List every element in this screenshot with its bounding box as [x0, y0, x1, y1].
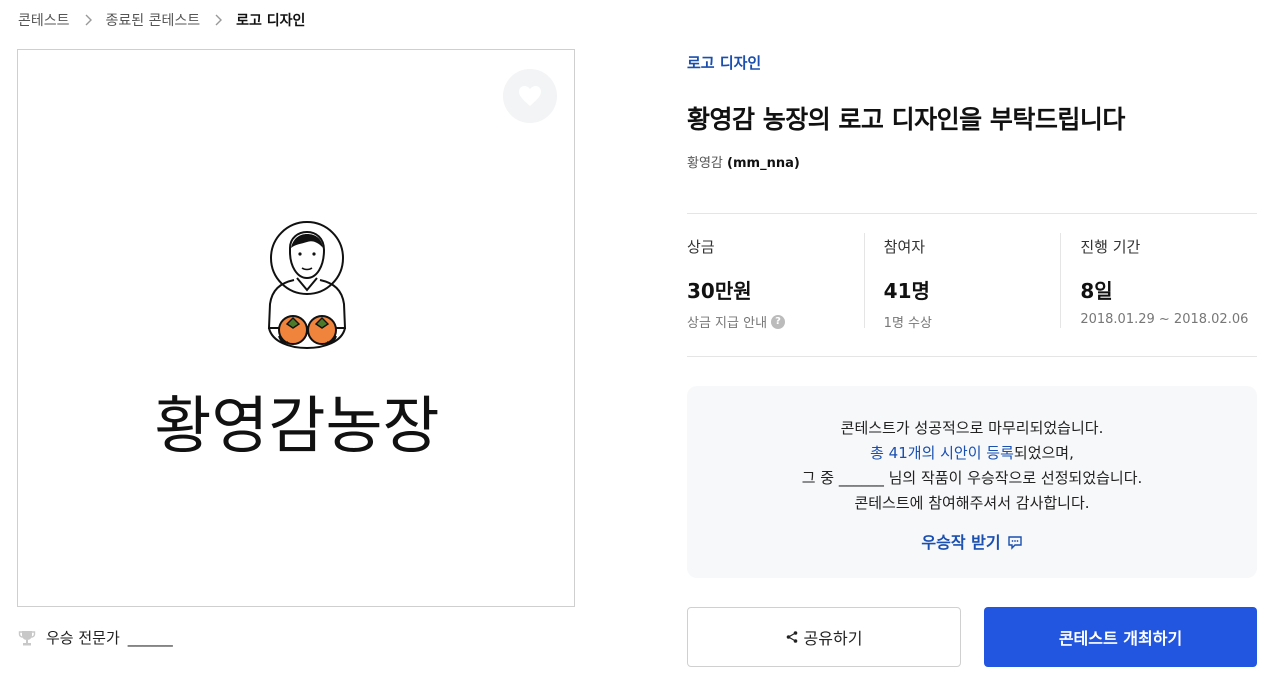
participants-label: 참여자: [883, 238, 926, 256]
stat-divider: [863, 233, 865, 328]
chevron-right-icon: [80, 12, 96, 28]
prize-value: 30만원: [687, 279, 752, 303]
chevron-right-icon: [210, 12, 226, 28]
participants-value: 41명: [883, 279, 930, 303]
host-handle: (mm_nna): [727, 156, 800, 171]
result-line-1: 콘테스트가 성공적으로 마무리되었습니다.: [840, 419, 1104, 437]
host-contest-button[interactable]: 콘테스트 개최하기: [984, 607, 1257, 667]
result-line-2: 총 41개의 시안이 등록되었으며,: [687, 441, 1257, 466]
stat-prize: 상금 30만원 상금 지급 안내 ?: [687, 214, 864, 356]
prize-label: 상금: [687, 238, 715, 256]
question-mark-icon[interactable]: ?: [771, 314, 786, 329]
receive-winner-button[interactable]: 우승작 받기: [921, 530, 1022, 555]
receive-winner-label: 우승작 받기: [921, 533, 1001, 552]
stat-divider: [1060, 233, 1062, 328]
result-line-3: 그 중 ______ 님의 작품이 우승작으로 선정되었습니다.: [801, 469, 1143, 487]
prize-sub-label: 상금 지급 안내: [687, 316, 768, 331]
stat-participants: 참여자 41명 1명 수상: [863, 214, 1061, 356]
share-icon: [786, 631, 797, 643]
breadcrumb: 콘테스트 종료된 콘테스트 로고 디자인: [18, 10, 305, 30]
result-line-2-rest: 되었으며,: [1013, 444, 1074, 462]
breadcrumb-logo-design[interactable]: 로고 디자인: [236, 10, 305, 30]
winner-name[interactable]: ______: [128, 629, 173, 647]
period-value: 8일: [1080, 279, 1113, 303]
like-button[interactable]: [503, 69, 557, 123]
stat-period: 진행 기간 8일 2018.01.29 ~ 2018.02.06: [1060, 214, 1257, 356]
share-button[interactable]: 공유하기: [687, 607, 961, 667]
speech-bubble-icon: [1007, 536, 1022, 550]
trophy-icon: [18, 630, 36, 645]
share-label: 공유하기: [803, 629, 863, 648]
participants-sub: 1명 수상: [883, 316, 932, 331]
farmer-illustration: [267, 221, 347, 350]
result-line-4: 콘테스트에 참여해주셔서 감사합니다.: [854, 494, 1090, 512]
contest-image[interactable]: 황영감농장: [17, 49, 575, 607]
logo-wordmark: 황영감농장: [154, 389, 440, 462]
breadcrumb-ended-contests[interactable]: 종료된 콘테스트: [106, 10, 201, 30]
contest-stats: 상금 30만원 상금 지급 안내 ? 참여자 41명 1명 수상 진행 기간 8…: [687, 213, 1257, 357]
page-title: 황영감 농장의 로고 디자인을 부탁드립니다: [687, 105, 1125, 134]
winner-label: 우승 전문가: [46, 629, 120, 647]
host-name: 황영감: [687, 156, 723, 171]
submissions-link[interactable]: 총 41개의 시안이 등록: [870, 444, 1014, 462]
contest-result-box: 콘테스트가 성공적으로 마무리되었습니다. 총 41개의 시안이 등록되었으며,…: [687, 386, 1257, 578]
heart-icon: [519, 86, 541, 106]
period-label: 진행 기간: [1080, 238, 1141, 256]
contest-category[interactable]: 로고 디자인: [687, 52, 761, 73]
contest-host[interactable]: 황영감 (mm_nna): [687, 152, 800, 171]
prize-payment-info[interactable]: 상금 지급 안내 ?: [687, 312, 864, 331]
breadcrumb-contest[interactable]: 콘테스트: [18, 10, 70, 30]
winner-expert: 우승 전문가 ______: [18, 627, 173, 648]
period-dates: 2018.01.29 ~ 2018.02.06: [1080, 312, 1249, 327]
